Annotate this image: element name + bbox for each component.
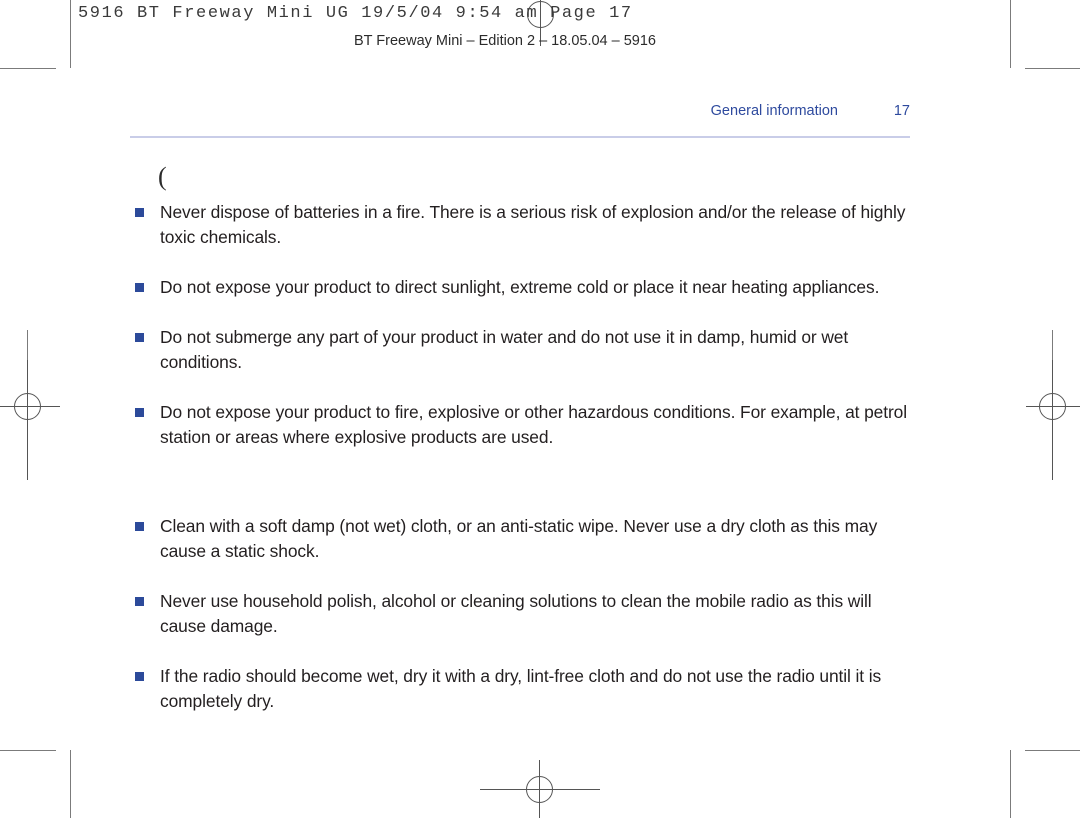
list-item: Never use household polish, alcohol or c…	[130, 589, 920, 639]
square-bullet-icon	[135, 597, 144, 606]
list-item: Do not submerge any part of your product…	[130, 325, 920, 375]
square-bullet-icon	[135, 333, 144, 342]
square-bullet-icon	[135, 283, 144, 292]
cleaning-bullet-list: Clean with a soft damp (not wet) cloth, …	[130, 514, 920, 714]
page-number: 17	[893, 103, 910, 119]
list-item: Do not expose your product to direct sun…	[130, 275, 920, 300]
list-item-text: If the radio should become wet, dry it w…	[160, 666, 882, 711]
list-item: If the radio should become wet, dry it w…	[130, 664, 920, 714]
list-item-text: Do not expose your product to fire, expl…	[160, 402, 908, 447]
safety-bullet-list: Never dispose of batteries in a fire. Th…	[130, 200, 920, 450]
stray-glyph: (	[158, 162, 167, 191]
square-bullet-icon	[135, 672, 144, 681]
list-item-text: Do not expose your product to direct sun…	[160, 277, 880, 297]
list-item: Clean with a soft damp (not wet) cloth, …	[130, 514, 920, 564]
running-head-rule	[130, 136, 910, 138]
square-bullet-icon	[135, 208, 144, 217]
list-item-text: Do not submerge any part of your product…	[160, 327, 849, 372]
square-bullet-icon	[135, 408, 144, 417]
list-item-text: Never dispose of batteries in a fire. Th…	[160, 202, 906, 247]
manual-page: General information 17 ( Never dispose o…	[0, 0, 1080, 818]
list-item: Do not expose your product to fire, expl…	[130, 400, 920, 450]
list-item: Never dispose of batteries in a fire. Th…	[130, 200, 920, 250]
list-item-text: Never use household polish, alcohol or c…	[160, 591, 872, 636]
running-head: General information 17	[130, 103, 910, 123]
square-bullet-icon	[135, 522, 144, 531]
list-item-text: Clean with a soft damp (not wet) cloth, …	[160, 516, 878, 561]
running-head-section-title: General information	[710, 103, 838, 119]
